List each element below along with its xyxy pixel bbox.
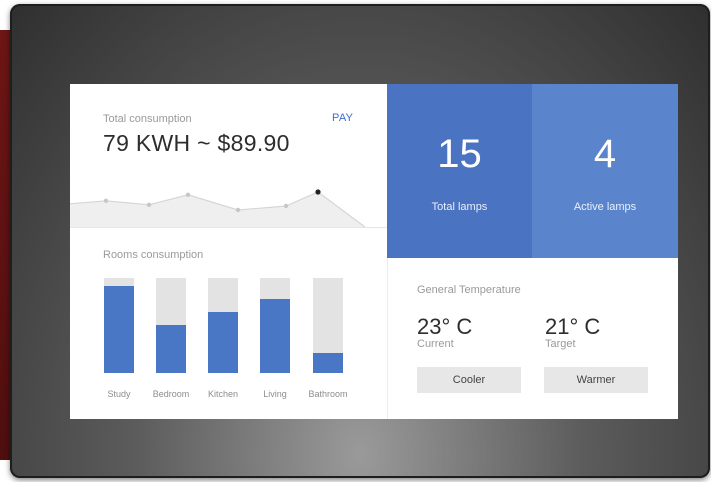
trend-point — [283, 203, 289, 209]
general-temperature-title: General Temperature — [417, 284, 521, 296]
trend-area — [70, 192, 365, 227]
room-bar-fill — [313, 353, 343, 373]
target-temperature-label: Target — [545, 338, 576, 350]
room-bar-fill — [104, 286, 134, 373]
total-consumption-label: Total consumption — [103, 113, 192, 125]
cooler-button[interactable]: Cooler — [417, 367, 521, 393]
total-lamps-value: 15 — [437, 132, 482, 176]
dashboard-screen: Total consumption PAY 79 KWH ~ $89.90 Ro… — [70, 84, 678, 419]
current-temperature-label: Current — [417, 338, 454, 350]
room-bar-fill — [208, 312, 238, 373]
room-label: Study — [107, 389, 131, 399]
target-temperature-value: 21° C — [545, 314, 601, 339]
general-temperature-card: General Temperature 23° C Current 21° C … — [388, 258, 678, 419]
tablet-device: Total consumption PAY 79 KWH ~ $89.90 Ro… — [10, 4, 710, 478]
trend-point — [185, 192, 191, 197]
active-lamps-value: 4 — [593, 132, 617, 176]
trend-point — [103, 198, 109, 203]
room-label: Bathroom — [308, 389, 348, 399]
rooms-consumption-title: Rooms consumption — [103, 249, 204, 261]
total-consumption-value: 79 KWH ~ $89.90 — [103, 130, 290, 156]
warmer-button[interactable]: Warmer — [544, 367, 648, 393]
active-lamps-label: Active lamps — [573, 201, 637, 213]
total-lamps-label: Total lamps — [431, 201, 488, 213]
active-lamps-tile[interactable]: 4 Active lamps — [532, 84, 678, 258]
room-label: Kitchen — [207, 389, 239, 399]
current-temperature-value: 23° C — [417, 314, 473, 339]
room-label: Living — [263, 389, 287, 399]
total-lamps-tile[interactable]: 15 Total lamps — [387, 84, 532, 258]
room-label: Bedroom — [152, 389, 190, 399]
room-bar-study — [104, 278, 134, 373]
room-bar-kitchen — [208, 278, 238, 373]
room-bar-living — [260, 278, 290, 373]
total-consumption-card: Total consumption PAY 79 KWH ~ $89.90 — [70, 84, 387, 227]
room-bar-fill — [156, 325, 186, 373]
trend-point — [235, 207, 241, 213]
room-bar-bedroom — [156, 278, 186, 373]
trend-point — [146, 202, 152, 207]
pay-button[interactable]: PAY — [332, 112, 353, 124]
room-bar-fill — [260, 299, 290, 373]
room-bar-bathroom — [313, 278, 343, 373]
rooms-consumption-card: Rooms consumption Study Bedroom Kitchen … — [70, 228, 387, 419]
trend-point — [315, 189, 321, 195]
